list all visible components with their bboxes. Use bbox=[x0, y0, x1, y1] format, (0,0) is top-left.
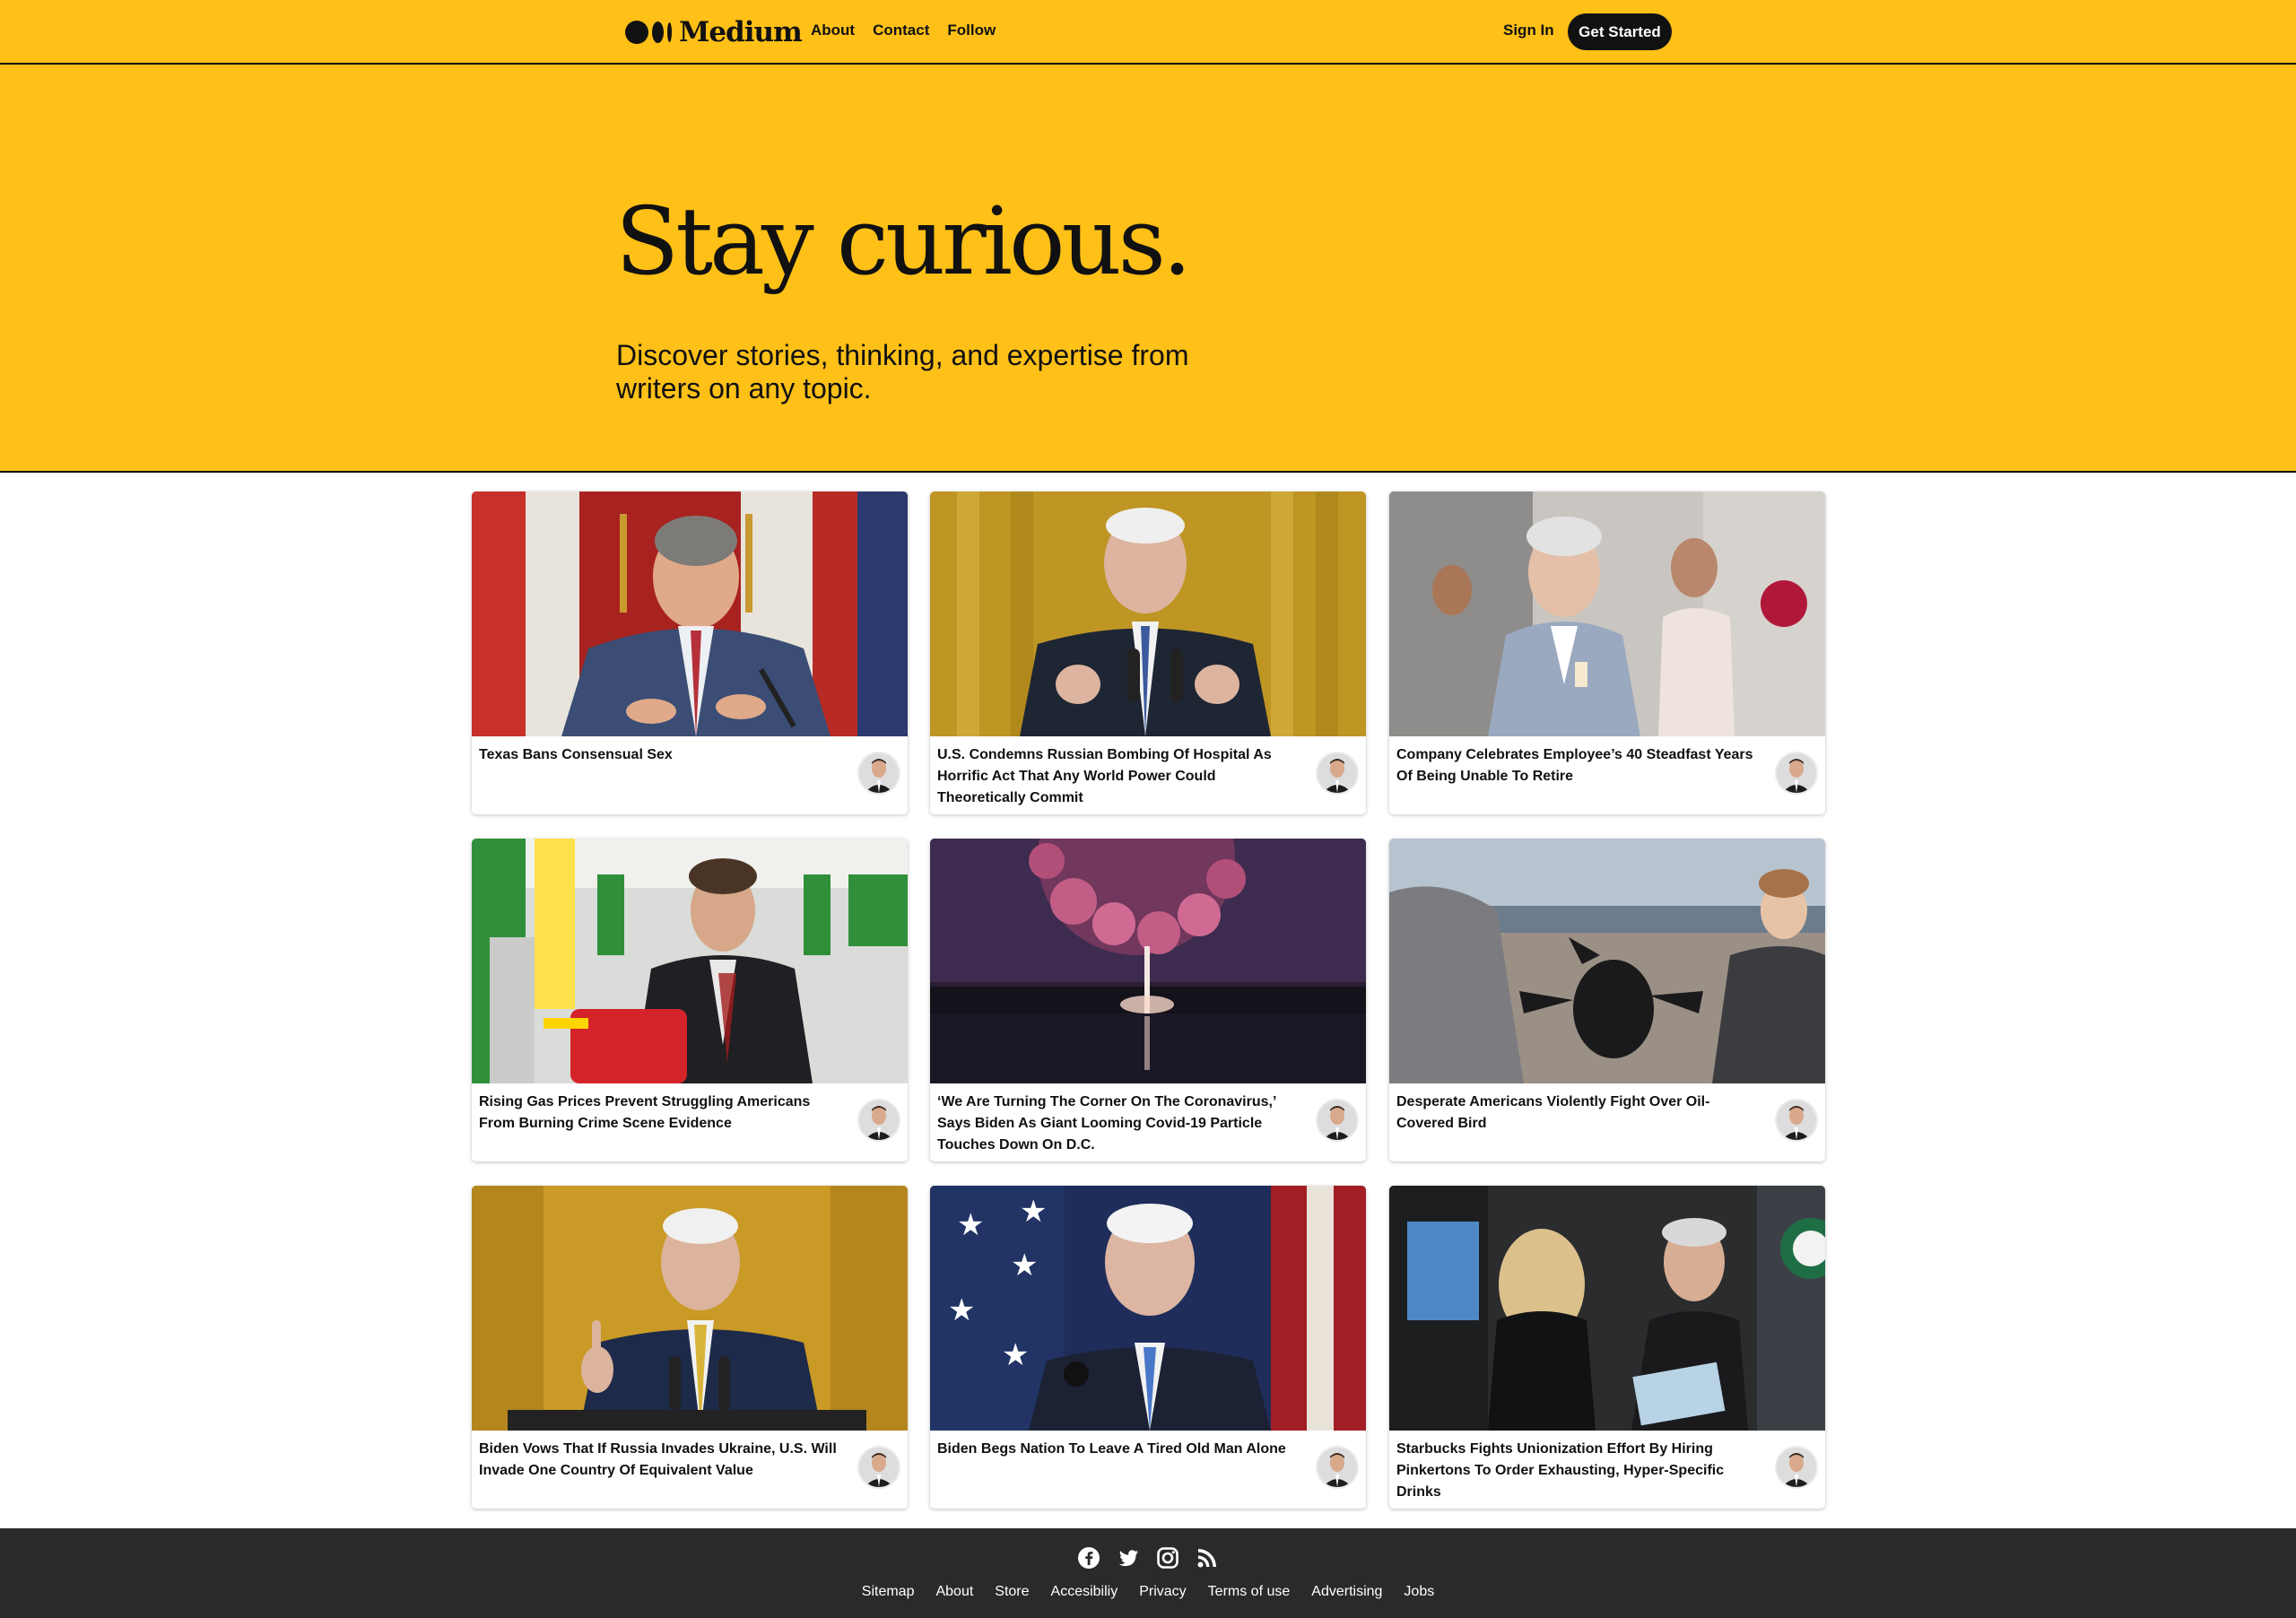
rss-icon[interactable] bbox=[1196, 1546, 1219, 1570]
hero-subtitle: Discover stories, thinking, and expertis… bbox=[616, 339, 1189, 404]
story-image[interactable] bbox=[930, 491, 1366, 736]
svg-text:★: ★ bbox=[948, 1292, 975, 1328]
story-image[interactable] bbox=[930, 839, 1366, 1083]
svg-text:★: ★ bbox=[1011, 1248, 1038, 1283]
nav-link-follow[interactable]: Follow bbox=[947, 22, 996, 39]
story-image[interactable] bbox=[1389, 491, 1825, 736]
footer-link-about[interactable]: About bbox=[935, 1584, 973, 1600]
social-links bbox=[0, 1546, 2296, 1570]
svg-text:★: ★ bbox=[1002, 1337, 1029, 1373]
footer-link-terms[interactable]: Terms of use bbox=[1208, 1584, 1291, 1600]
footer-links: Sitemap About Store Accesibiliy Privacy … bbox=[0, 1584, 2296, 1600]
author-avatar[interactable] bbox=[857, 752, 900, 795]
story-title[interactable]: Biden Begs Nation To Leave A Tired Old M… bbox=[937, 1439, 1296, 1460]
hero-title: Stay curious. bbox=[615, 187, 1192, 296]
story-image[interactable] bbox=[472, 1186, 908, 1431]
nav-links: About Contact Follow bbox=[811, 22, 1013, 39]
story-card[interactable]: U.S. Condemns Russian Bombing Of Hospita… bbox=[930, 491, 1366, 814]
story-card[interactable]: Biden Vows That If Russia Invades Ukrain… bbox=[472, 1186, 908, 1509]
footer-link-sitemap[interactable]: Sitemap bbox=[862, 1584, 915, 1600]
medium-logo-icon bbox=[625, 21, 672, 44]
story-card[interactable]: Desperate Americans Violently Fight Over… bbox=[1389, 839, 1825, 1161]
story-card[interactable]: Starbucks Fights Unionization Effort By … bbox=[1389, 1186, 1825, 1509]
hero-banner: Stay curious. Discover stories, thinking… bbox=[0, 65, 2296, 473]
story-title[interactable]: Company Celebrates Employee’s 40 Steadfa… bbox=[1396, 744, 1755, 787]
story-title[interactable]: ‘We Are Turning The Corner On The Corona… bbox=[937, 1092, 1296, 1156]
svg-text:★: ★ bbox=[1020, 1194, 1047, 1230]
author-avatar[interactable] bbox=[1775, 1099, 1818, 1142]
author-avatar[interactable] bbox=[1775, 1446, 1818, 1489]
author-avatar[interactable] bbox=[1316, 752, 1359, 795]
footer-link-store[interactable]: Store bbox=[995, 1584, 1029, 1600]
story-card[interactable]: Rising Gas Prices Prevent Struggling Ame… bbox=[472, 839, 908, 1161]
story-image[interactable] bbox=[472, 491, 908, 736]
footer-link-privacy[interactable]: Privacy bbox=[1139, 1584, 1186, 1600]
sign-in-link[interactable]: Sign In bbox=[1503, 22, 1554, 39]
story-card[interactable]: ‘We Are Turning The Corner On The Corona… bbox=[930, 839, 1366, 1161]
story-title[interactable]: U.S. Condemns Russian Bombing Of Hospita… bbox=[937, 744, 1296, 809]
site-footer: Sitemap About Store Accesibiliy Privacy … bbox=[0, 1528, 2296, 1618]
instagram-icon[interactable] bbox=[1156, 1546, 1179, 1570]
medium-logo[interactable]: Medium bbox=[625, 16, 803, 48]
story-title[interactable]: Desperate Americans Violently Fight Over… bbox=[1396, 1092, 1755, 1135]
twitter-icon[interactable] bbox=[1117, 1546, 1140, 1570]
story-title[interactable]: Starbucks Fights Unionization Effort By … bbox=[1396, 1439, 1755, 1503]
get-started-button[interactable]: Get Started bbox=[1568, 13, 1672, 50]
story-title[interactable]: Rising Gas Prices Prevent Struggling Ame… bbox=[479, 1092, 838, 1135]
story-title[interactable]: Texas Bans Consensual Sex bbox=[479, 744, 838, 766]
author-avatar[interactable] bbox=[1775, 752, 1818, 795]
nav-link-contact[interactable]: Contact bbox=[873, 22, 929, 39]
footer-link-accessibility[interactable]: Accesibiliy bbox=[1051, 1584, 1118, 1600]
story-image[interactable] bbox=[1389, 1186, 1825, 1431]
author-avatar[interactable] bbox=[1316, 1099, 1359, 1142]
story-card[interactable]: Texas Bans Consensual Sex bbox=[472, 491, 908, 814]
story-image[interactable]: ★ ★ ★ ★ ★ bbox=[930, 1186, 1366, 1431]
story-card[interactable]: Company Celebrates Employee’s 40 Steadfa… bbox=[1389, 491, 1825, 814]
logo-text: Medium bbox=[679, 16, 803, 48]
story-title[interactable]: Biden Vows That If Russia Invades Ukrain… bbox=[479, 1439, 838, 1482]
svg-text:★: ★ bbox=[957, 1207, 984, 1243]
story-image[interactable] bbox=[472, 839, 908, 1083]
top-nav: Medium About Contact Follow Sign In Get … bbox=[0, 0, 2296, 65]
story-image[interactable] bbox=[1389, 839, 1825, 1083]
story-card[interactable]: ★ ★ ★ ★ ★ Biden Begs Nation To Leave A T… bbox=[930, 1186, 1366, 1509]
footer-link-advertising[interactable]: Advertising bbox=[1311, 1584, 1382, 1600]
author-avatar[interactable] bbox=[857, 1446, 900, 1489]
author-avatar[interactable] bbox=[857, 1099, 900, 1142]
footer-link-jobs[interactable]: Jobs bbox=[1404, 1584, 1434, 1600]
facebook-icon[interactable] bbox=[1077, 1546, 1100, 1570]
nav-link-about[interactable]: About bbox=[811, 22, 855, 39]
author-avatar[interactable] bbox=[1316, 1446, 1359, 1489]
